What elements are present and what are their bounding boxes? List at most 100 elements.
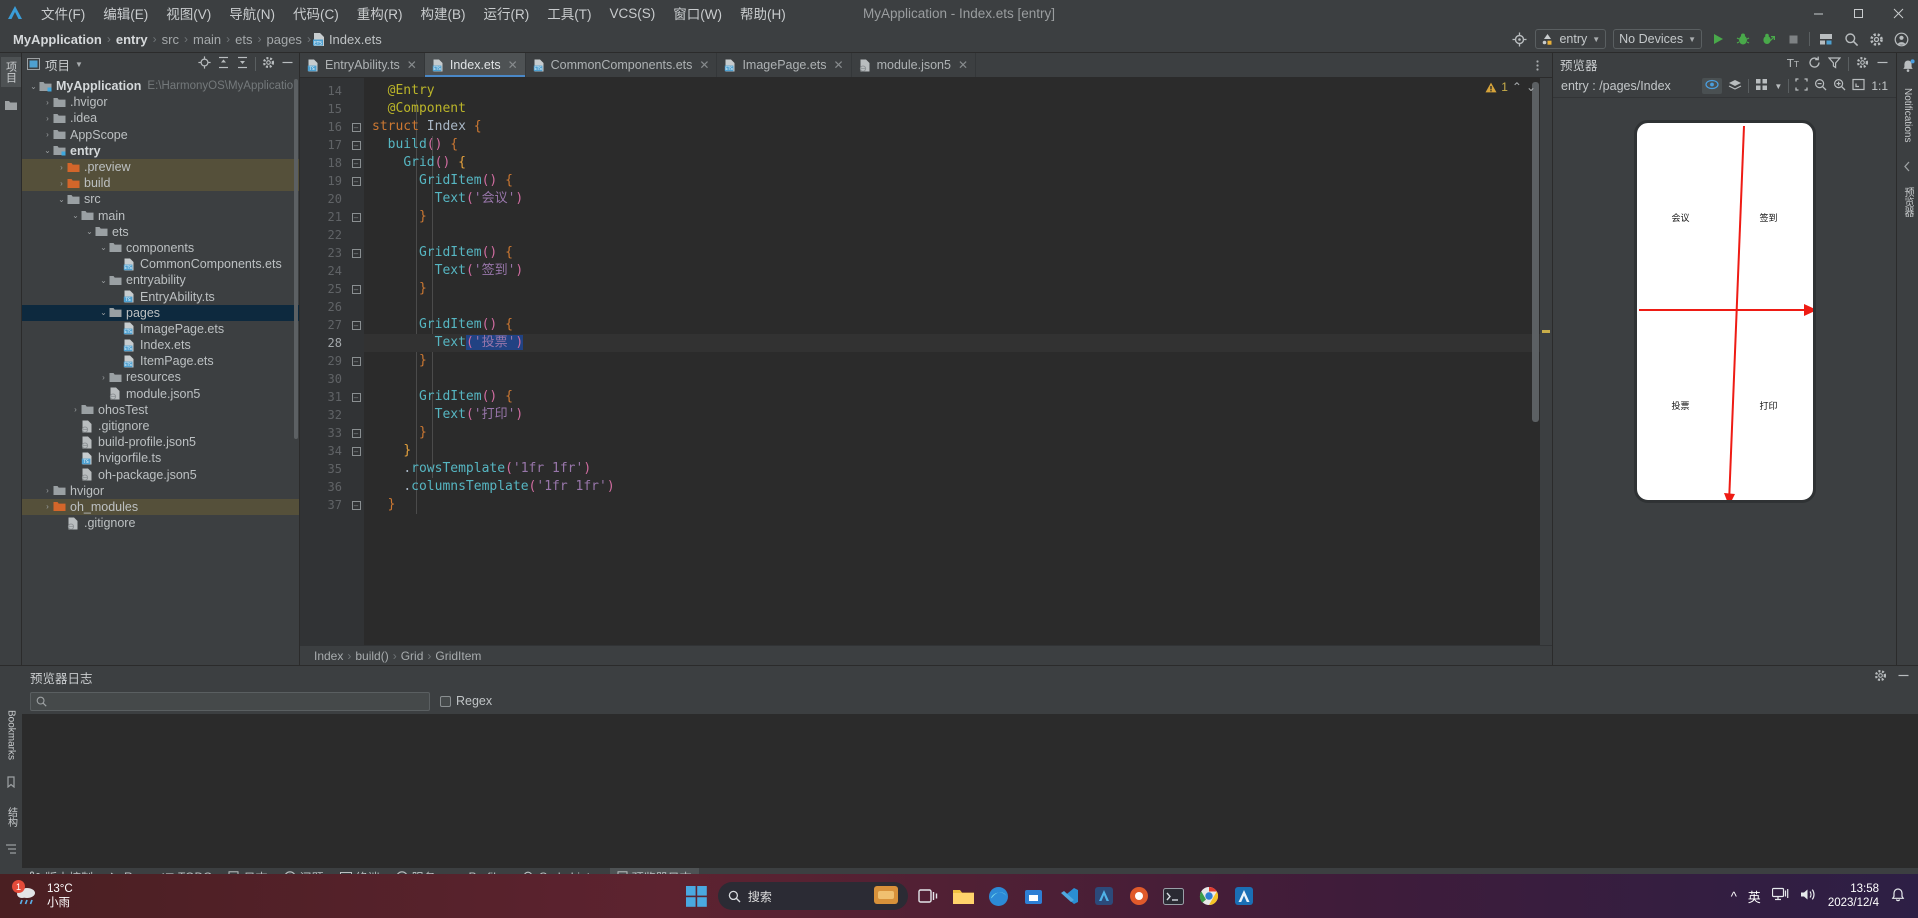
code-text[interactable]: @Entry @Component struct Index { build() … <box>364 78 1552 645</box>
tree-item[interactable]: TS EntryAbility.ts <box>22 288 299 304</box>
harmony-app-button[interactable] <box>1230 882 1258 910</box>
code-line[interactable]: } <box>364 496 1552 514</box>
breadcrumb-pages[interactable]: pages <box>264 32 305 47</box>
chevron-down-icon[interactable]: ⌄ <box>98 308 109 317</box>
fold-toggle-icon[interactable]: – <box>348 154 364 172</box>
attach-debugger-button[interactable] <box>1759 30 1777 48</box>
code-line[interactable]: } <box>364 424 1552 442</box>
volume-icon[interactable] <box>1800 887 1817 905</box>
zoom-level-label[interactable]: 1:1 <box>1871 79 1888 93</box>
file-explorer-button[interactable] <box>950 882 978 910</box>
tree-item[interactable]: ⌄ MyApplication E:\HarmonyOS\MyApplicatio <box>22 78 299 94</box>
chevron-right-icon[interactable]: › <box>42 98 53 107</box>
strip-tab-project[interactable]: 项目 <box>0 57 21 87</box>
chevron-down-icon[interactable]: ⌄ <box>70 211 81 220</box>
code-line[interactable]: } <box>364 352 1552 370</box>
tree-item[interactable]: ETS CommonComponents.ets <box>22 256 299 272</box>
editor-breadcrumb-item[interactable]: build() <box>355 649 388 663</box>
tree-item[interactable]: ⌄ components <box>22 240 299 256</box>
tree-item[interactable]: .gitignore <box>22 515 299 531</box>
hide-panel-icon[interactable] <box>281 56 294 72</box>
device-selector[interactable]: No Devices ▼ <box>1613 29 1702 49</box>
menu-build[interactable]: 构建(B) <box>412 1 475 25</box>
menu-tools[interactable]: 工具(T) <box>538 1 600 25</box>
frame-icon[interactable] <box>1795 78 1808 94</box>
zoom-out-icon[interactable] <box>1814 78 1827 94</box>
tree-item[interactable]: TS hvigorfile.ts <box>22 450 299 466</box>
tree-item[interactable]: › resources <box>22 369 299 385</box>
notification-bell-icon[interactable] <box>1890 887 1906 906</box>
gear-icon[interactable] <box>262 56 275 72</box>
collapse-right-icon[interactable] <box>1902 160 1913 175</box>
code-line[interactable]: GridItem() { <box>364 244 1552 262</box>
ime-indicator[interactable]: 英 <box>1748 887 1761 906</box>
breadcrumb-project[interactable]: MyApplication <box>10 32 105 47</box>
fold-toggle-icon[interactable]: – <box>348 118 364 136</box>
taskbar-clock[interactable]: 13:58 2023/12/4 <box>1828 882 1879 910</box>
code-line[interactable] <box>364 298 1552 316</box>
hide-panel-icon[interactable] <box>1876 56 1889 72</box>
fold-toggle-icon[interactable]: – <box>348 172 364 190</box>
device-preview-frame[interactable]: 会议 签到 投票 打印 <box>1633 120 1816 503</box>
project-tree[interactable]: ⌄ MyApplication E:\HarmonyOS\MyApplicatio ›… <box>22 75 299 665</box>
fold-toggle-icon[interactable]: – <box>348 208 364 226</box>
tree-item[interactable]: ⌄ pages <box>22 304 299 321</box>
tree-item[interactable]: › .hvigor <box>22 94 299 110</box>
close-icon[interactable]: ✕ <box>508 58 518 72</box>
inspector-icon[interactable] <box>1702 78 1723 94</box>
gear-icon[interactable] <box>1856 56 1869 72</box>
taskbar-search[interactable]: 搜索 <box>717 882 908 910</box>
chevron-down-icon[interactable]: ⌄ <box>42 146 53 155</box>
menu-refactor[interactable]: 重构(R) <box>348 1 412 25</box>
tree-item[interactable]: ETS ImagePage.ets <box>22 321 299 337</box>
code-line[interactable] <box>364 226 1552 244</box>
strip-tab-previewer[interactable]: 预览器 <box>1898 183 1917 221</box>
tree-item[interactable]: › ohosTest <box>22 402 299 418</box>
chevron-right-icon[interactable]: › <box>42 486 53 495</box>
fold-toggle-icon[interactable]: – <box>348 442 364 460</box>
chrome-button[interactable] <box>1195 882 1223 910</box>
breadcrumb-entry[interactable]: entry <box>113 32 151 47</box>
target-icon[interactable] <box>1510 30 1528 48</box>
code-line[interactable]: GridItem() { <box>364 172 1552 190</box>
code-line[interactable]: Grid() { <box>364 154 1552 172</box>
edge-browser-button[interactable] <box>985 882 1013 910</box>
menu-navigate[interactable]: 导航(N) <box>220 1 284 25</box>
editor-tab[interactable]: ETS Index.ets ✕ <box>424 53 526 77</box>
fold-toggle-icon[interactable]: – <box>348 424 364 442</box>
tree-item[interactable]: › hvigor <box>22 483 299 499</box>
prev-warning-icon[interactable]: ⌃ <box>1512 80 1522 94</box>
editor-breadcrumb-item[interactable]: Grid <box>401 649 424 663</box>
code-line[interactable]: @Component <box>364 100 1552 118</box>
collapse-all-icon[interactable] <box>236 56 249 72</box>
refresh-icon[interactable] <box>1808 56 1821 72</box>
gear-icon[interactable] <box>1867 30 1885 48</box>
tray-expand-icon[interactable]: ^ <box>1731 889 1737 904</box>
tree-item[interactable]: › .preview <box>22 158 299 176</box>
code-line[interactable]: @Entry <box>364 82 1552 100</box>
vscode-button[interactable] <box>1055 882 1083 910</box>
store-button[interactable] <box>1020 882 1048 910</box>
tree-item[interactable]: module.json5 <box>22 386 299 402</box>
code-line[interactable]: .rowsTemplate('1fr 1fr') <box>364 460 1552 478</box>
editor-tab-overflow[interactable] <box>1523 53 1552 77</box>
xmind-button[interactable] <box>1125 882 1153 910</box>
zoom-in-icon[interactable] <box>1833 78 1846 94</box>
chevron-right-icon[interactable]: › <box>56 163 67 172</box>
fold-toggle-icon[interactable]: – <box>348 496 364 514</box>
editor-breadcrumb-item[interactable]: Index <box>314 649 343 663</box>
tree-item[interactable]: oh-package.json5 <box>22 467 299 483</box>
code-line[interactable]: build() { <box>364 136 1552 154</box>
fit-screen-icon[interactable] <box>1852 78 1865 94</box>
close-icon[interactable]: ✕ <box>958 58 968 72</box>
chevron-down-icon[interactable]: ⌄ <box>98 276 109 285</box>
tree-item[interactable]: ⌄ entry <box>22 143 299 159</box>
code-line[interactable]: GridItem() { <box>364 316 1552 334</box>
code-line[interactable]: } <box>364 208 1552 226</box>
grid-view-icon[interactable] <box>1755 78 1768 94</box>
code-editor[interactable]: 14 15 16 17 18 19 20 21 22 23 24 25 26 27 28 29 30 31 32 33… <box>300 78 1552 645</box>
stop-button[interactable] <box>1784 30 1802 48</box>
breadcrumb-src[interactable]: src <box>159 32 182 47</box>
menu-help[interactable]: 帮助(H) <box>731 1 795 25</box>
close-icon[interactable]: ✕ <box>699 58 709 72</box>
